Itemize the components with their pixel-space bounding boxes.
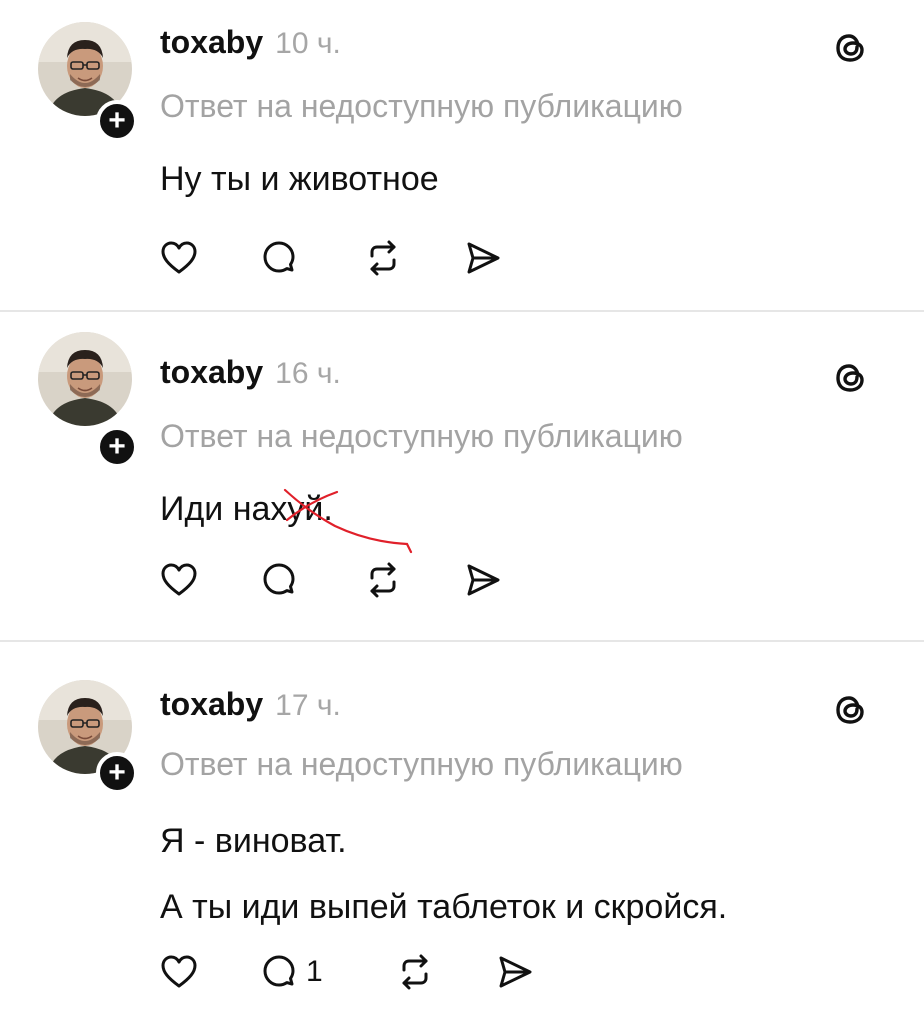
plus-icon: + (108, 104, 126, 137)
threads-logo-icon (836, 34, 864, 62)
send-icon (467, 564, 500, 596)
reply-button[interactable]: 1 (258, 950, 394, 994)
action-bar: 1 (158, 950, 554, 994)
share-button[interactable] (462, 558, 522, 602)
reply-button[interactable] (258, 236, 362, 280)
post-header: toxaby 17 ч. (160, 686, 341, 723)
username[interactable]: toxaby (160, 686, 263, 723)
post-text-struck: уй. (287, 490, 333, 528)
plus-icon: + (108, 756, 126, 789)
repost-icon (370, 562, 396, 598)
timestamp[interactable]: 16 ч. (275, 357, 341, 391)
timestamp[interactable]: 10 ч. (275, 27, 341, 61)
username[interactable]: toxaby (160, 354, 263, 391)
follow-button[interactable]: + (96, 426, 138, 468)
repost-button[interactable] (362, 558, 462, 602)
action-bar (158, 558, 522, 602)
repost-icon (370, 240, 396, 276)
follow-button[interactable]: + (96, 752, 138, 794)
post-text: Ну ты и животное (160, 160, 439, 198)
post-item[interactable]: + toxaby 16 ч. Ответ на недоступную публ… (0, 312, 924, 642)
comment-bubble-icon (263, 241, 295, 273)
action-bar (158, 236, 522, 280)
post-text-line: Я - виноват. (160, 822, 347, 860)
threads-logo-icon (836, 696, 864, 724)
threads-feed: + toxaby 10 ч. Ответ на недоступную публ… (0, 0, 924, 1024)
post-item[interactable]: + toxaby 10 ч. Ответ на недоступную публ… (0, 0, 924, 312)
follow-button[interactable]: + (96, 100, 138, 142)
send-icon (467, 242, 500, 274)
reply-count: 1 (306, 955, 323, 988)
threads-logo-icon (836, 364, 864, 392)
reply-context[interactable]: Ответ на недоступную публикацию (160, 88, 683, 125)
share-button[interactable] (494, 950, 554, 994)
post-text: Иди нахуй. (160, 488, 413, 554)
reply-context[interactable]: Ответ на недоступную публикацию (160, 418, 683, 455)
heart-icon (161, 955, 197, 988)
username[interactable]: toxaby (160, 24, 263, 61)
timestamp[interactable]: 17 ч. (275, 689, 341, 723)
reply-context[interactable]: Ответ на недоступную публикацию (160, 746, 683, 783)
post-item[interactable]: + toxaby 17 ч. Ответ на недоступную публ… (0, 642, 924, 1024)
avatar-photo (38, 332, 132, 426)
post-header: toxaby 10 ч. (160, 24, 341, 61)
repost-icon (402, 954, 428, 990)
heart-icon (161, 241, 197, 274)
share-button[interactable] (462, 236, 522, 280)
send-icon (499, 956, 532, 988)
repost-button[interactable] (394, 950, 494, 994)
reply-button[interactable] (258, 558, 362, 602)
like-button[interactable] (158, 950, 258, 994)
like-button[interactable] (158, 558, 258, 602)
post-text-line: А ты иди выпей таблеток и скройся. (160, 888, 728, 926)
like-button[interactable] (158, 236, 258, 280)
post-header: toxaby 16 ч. (160, 354, 341, 391)
post-text-visible: Иди нах (160, 490, 288, 528)
repost-button[interactable] (362, 236, 462, 280)
comment-bubble-icon (263, 955, 295, 987)
comment-bubble-icon (263, 563, 295, 595)
heart-icon (161, 563, 197, 596)
avatar[interactable] (38, 332, 132, 426)
struck-word: уй. (284, 488, 413, 554)
plus-icon: + (108, 430, 126, 463)
